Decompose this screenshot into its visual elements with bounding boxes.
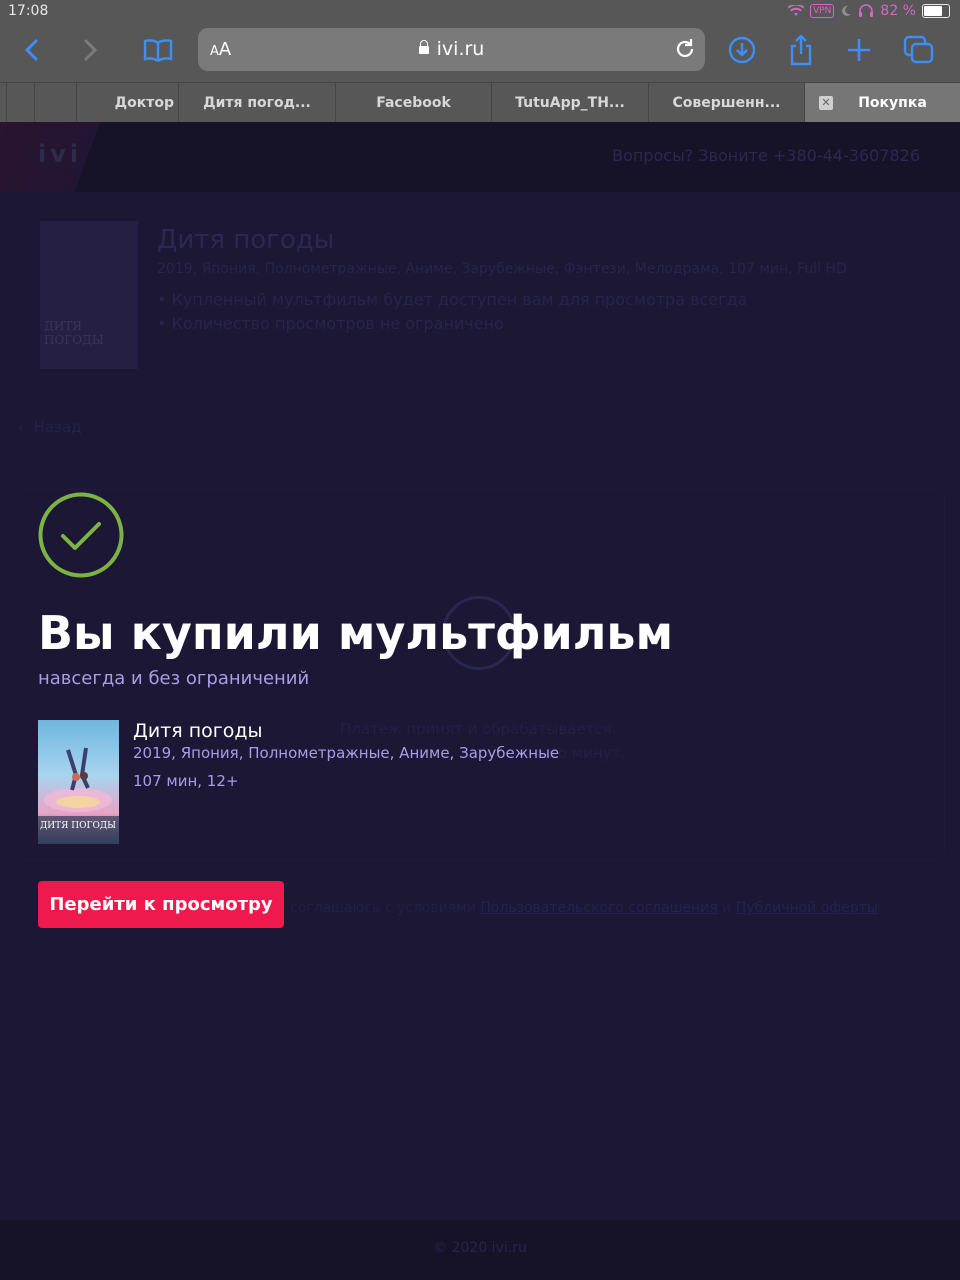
new-tab-icon[interactable] <box>841 32 877 68</box>
lock-icon <box>418 40 429 54</box>
background-bullet: • Купленный мультфильм будет доступен ва… <box>157 290 748 309</box>
web-page: ivi Вопросы? Звоните +380-44-3607826 ДИТ… <box>0 122 960 1280</box>
tabs-overview-icon[interactable] <box>901 32 937 68</box>
checkmark-icon <box>38 492 124 578</box>
movie-meta: 2019, Япония, Полнометражные, Аниме, Зар… <box>133 744 560 762</box>
forward-icon[interactable] <box>72 32 108 68</box>
tab-collapsed[interactable] <box>6 83 34 123</box>
moon-icon <box>842 5 852 16</box>
tab-weathering[interactable]: Дитя погод... <box>178 83 335 123</box>
tab-tutuapp[interactable]: TutuApp_TH... <box>491 83 648 123</box>
back-icon[interactable] <box>14 32 50 68</box>
wifi-icon <box>788 5 805 16</box>
background-poster: ДИТЯ ПОГОДЫ <box>40 221 138 369</box>
watch-button[interactable]: Перейти к просмотру <box>38 881 284 928</box>
tab-bar: Доктор Дитя погод... Facebook TutuApp_TH… <box>0 82 960 123</box>
share-icon[interactable] <box>783 32 819 68</box>
browser-toolbar: AA ivi.ru <box>0 24 960 82</box>
close-tab-icon[interactable]: ✕ <box>819 96 833 110</box>
reload-icon[interactable] <box>673 37 697 61</box>
address-bar[interactable]: AA ivi.ru <box>198 28 705 71</box>
movie-title: Дитя погоды <box>133 720 263 742</box>
tab-sovershenn[interactable]: Совершенн... <box>648 83 804 123</box>
tab-collapsed[interactable] <box>34 83 76 123</box>
user-agreement-link: Пользовательского соглашения <box>480 900 718 916</box>
poster-caption: ДИТЯ ПОГОДЫ <box>40 821 116 831</box>
public-offer-link: Публичной оферты <box>735 900 878 916</box>
movie-duration: 107 мин, 12+ <box>133 772 239 790</box>
battery-percent: 82 % <box>880 3 916 19</box>
back-link: ‹ Назад <box>18 418 82 436</box>
clock: 17:08 <box>8 3 49 19</box>
headphones-icon <box>859 4 874 17</box>
agreement-text: соглашаюсь с условиями Пользовательского… <box>290 900 878 916</box>
background-movie-title: Дитя погоды <box>157 225 335 255</box>
tab-purchase[interactable]: ✕ Покупка <box>804 83 960 123</box>
downloads-icon[interactable] <box>724 32 760 68</box>
success-title: Вы купили мультфильм <box>38 606 674 660</box>
payment-status-text: Платеж принят и обрабатывается. <box>340 720 617 738</box>
battery-icon <box>922 4 950 18</box>
tab-facebook[interactable]: Facebook <box>335 83 491 123</box>
support-phone: Вопросы? Звоните +380-44-3607826 <box>612 146 920 165</box>
success-subtitle: навсегда и без ограничений <box>38 668 310 689</box>
movie-poster: ДИТЯ ПОГОДЫ <box>38 720 119 844</box>
site-footer: © 2020 ivi.ru <box>0 1220 960 1280</box>
tab-doctor[interactable]: Доктор <box>76 83 178 123</box>
bookmarks-icon[interactable] <box>140 32 176 68</box>
url-text: ivi.ru <box>436 38 485 60</box>
copyright: © 2020 ivi.ru <box>433 1240 527 1256</box>
background-bullet: • Количество просмотров не ограничено <box>157 314 504 333</box>
status-bar: 17:08 VPN 82 % <box>0 0 960 24</box>
vpn-badge: VPN <box>810 4 835 18</box>
site-header: ivi Вопросы? Звоните +380-44-3607826 <box>0 122 960 192</box>
background-movie-meta: 2019, Япония, Полнометражные, Аниме, Зар… <box>157 261 847 277</box>
ivi-logo[interactable]: ivi <box>0 122 140 192</box>
